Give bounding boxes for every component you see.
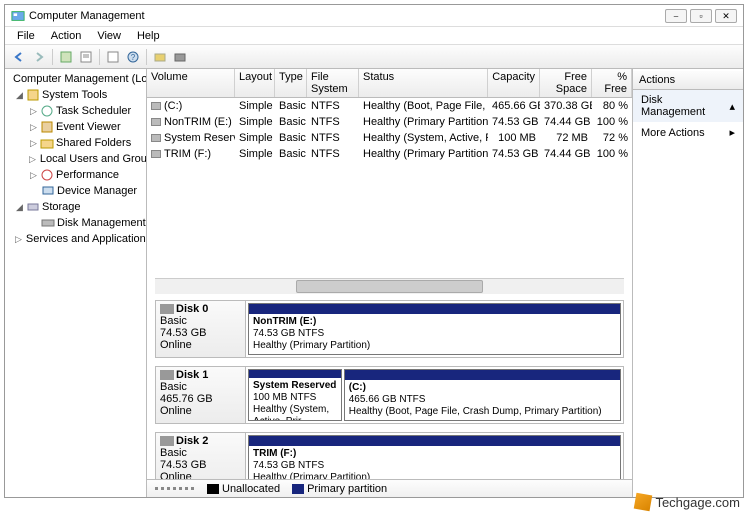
disk-row[interactable]: Disk 0Basic74.53 GBOnlineNonTRIM (E:)74.… (155, 300, 624, 358)
grid-body[interactable]: (C:)SimpleBasicNTFSHealthy (Boot, Page F… (147, 98, 632, 274)
minimize-button[interactable]: ⎯ (665, 9, 687, 23)
storage-icon (26, 200, 40, 214)
clock-icon (40, 104, 54, 118)
disk-info: Disk 1Basic465.76 GBOnline (156, 367, 246, 423)
tree-shared-folders[interactable]: ▷Shared Folders (5, 135, 146, 151)
col-status[interactable]: Status (359, 69, 488, 97)
legend-dashes (155, 487, 195, 490)
col-free[interactable]: Free Space (540, 69, 592, 97)
forward-button[interactable] (30, 48, 48, 66)
col-pct[interactable]: % Free (592, 69, 632, 97)
window-title: Computer Management (29, 10, 145, 22)
tools-icon (26, 88, 40, 102)
expand-icon[interactable]: ▷ (29, 138, 38, 149)
separator (99, 49, 100, 65)
help-button[interactable]: ? (124, 48, 142, 66)
expand-icon[interactable]: ▷ (29, 170, 38, 181)
col-type[interactable]: Type (275, 69, 307, 97)
table-row[interactable]: TRIM (F:)SimpleBasicNTFSHealthy (Primary… (147, 146, 632, 162)
properties-button[interactable] (77, 48, 95, 66)
legend-unallocated: Unallocated (207, 483, 280, 495)
tree-storage[interactable]: ◢Storage (5, 199, 146, 215)
partition[interactable]: System Reserved100 MB NTFSHealthy (Syste… (248, 369, 342, 421)
disk-info: Disk 2Basic74.53 GBOnline (156, 433, 246, 479)
menu-view[interactable]: View (89, 30, 129, 42)
disk-graphical-view[interactable]: Disk 0Basic74.53 GBOnlineNonTRIM (E:)74.… (147, 300, 632, 479)
up-button[interactable] (57, 48, 75, 66)
app-icon (11, 9, 25, 23)
col-fs[interactable]: File System (307, 69, 359, 97)
actions-more[interactable]: More Actions▸ (633, 122, 743, 143)
expand-icon[interactable]: ▷ (29, 154, 36, 165)
tree-system-tools[interactable]: ◢System Tools (5, 87, 146, 103)
disk-row[interactable]: Disk 1Basic465.76 GBOnlineSystem Reserve… (155, 366, 624, 424)
expand-icon[interactable]: ▷ (29, 122, 38, 133)
refresh-button[interactable] (104, 48, 122, 66)
tree-performance[interactable]: ▷Performance (5, 167, 146, 183)
table-row[interactable]: NonTRIM (E:)SimpleBasicNTFSHealthy (Prim… (147, 114, 632, 130)
toolbar: ? (5, 45, 743, 69)
body-panes: Computer Management (Local ◢System Tools… (5, 69, 743, 497)
back-button[interactable] (10, 48, 28, 66)
cube-icon (634, 493, 653, 512)
window: Computer Management ⎯ ▫ ✕ File Action Vi… (4, 4, 744, 498)
col-volume[interactable]: Volume (147, 69, 235, 97)
disk-row[interactable]: Disk 2Basic74.53 GBOnlineTRIM (F:)74.53 … (155, 432, 624, 479)
menubar: File Action View Help (5, 27, 743, 45)
tree-pane[interactable]: Computer Management (Local ◢System Tools… (5, 69, 147, 497)
legend: Unallocated Primary partition (147, 479, 632, 497)
expand-icon[interactable]: ▷ (15, 234, 22, 245)
collapse-icon[interactable]: ◢ (15, 202, 24, 213)
table-row[interactable]: (C:)SimpleBasicNTFSHealthy (Boot, Page F… (147, 98, 632, 114)
partition[interactable]: NonTRIM (E:)74.53 GB NTFSHealthy (Primar… (248, 303, 621, 355)
titlebar: Computer Management ⎯ ▫ ✕ (5, 5, 743, 27)
table-row[interactable]: System ReservedSimpleBasicNTFSHealthy (S… (147, 130, 632, 146)
tree-disk-management[interactable]: Disk Management (5, 215, 146, 231)
actions-disk-management[interactable]: Disk Management▴ (633, 90, 743, 122)
legend-primary: Primary partition (292, 483, 387, 495)
actions-header: Actions (633, 71, 743, 90)
col-layout[interactable]: Layout (235, 69, 275, 97)
separator (146, 49, 147, 65)
separator (52, 49, 53, 65)
watermark: Techgage.com (635, 494, 740, 510)
col-capacity[interactable]: Capacity (488, 69, 540, 97)
close-button[interactable]: ✕ (715, 9, 737, 23)
collapse-icon: ▴ (729, 100, 735, 113)
svg-text:?: ? (131, 53, 136, 62)
partition[interactable]: TRIM (F:)74.53 GB NTFSHealthy (Primary P… (248, 435, 621, 479)
event-icon (40, 120, 54, 134)
tree-services[interactable]: ▷Services and Applications (5, 231, 146, 247)
maximize-button[interactable]: ▫ (690, 9, 712, 23)
tree-local-users[interactable]: ▷Local Users and Groups (5, 151, 146, 167)
volume-grid: Volume Layout Type File System Status Ca… (147, 69, 632, 274)
horizontal-scrollbar[interactable] (155, 278, 624, 294)
folder-icon (40, 136, 54, 150)
disk-icon (41, 216, 55, 230)
perf-icon (40, 168, 54, 182)
chevron-right-icon: ▸ (729, 126, 735, 139)
expand-icon[interactable]: ▷ (29, 106, 38, 117)
extra-button-2[interactable] (171, 48, 189, 66)
disk-info: Disk 0Basic74.53 GBOnline (156, 301, 246, 357)
tree-task-scheduler[interactable]: ▷Task Scheduler (5, 103, 146, 119)
middle-pane: Volume Layout Type File System Status Ca… (147, 69, 633, 497)
partitions: System Reserved100 MB NTFSHealthy (Syste… (246, 367, 623, 423)
partitions: TRIM (F:)74.53 GB NTFSHealthy (Primary P… (246, 433, 623, 479)
collapse-icon[interactable]: ◢ (15, 90, 24, 101)
tree-device-manager[interactable]: Device Manager (5, 183, 146, 199)
partitions: NonTRIM (E:)74.53 GB NTFSHealthy (Primar… (246, 301, 623, 357)
menu-file[interactable]: File (9, 30, 43, 42)
scrollbar-thumb[interactable] (296, 280, 484, 293)
menu-help[interactable]: Help (129, 30, 168, 42)
extra-button-1[interactable] (151, 48, 169, 66)
grid-header: Volume Layout Type File System Status Ca… (147, 69, 632, 98)
menu-action[interactable]: Action (43, 30, 90, 42)
actions-pane: Actions Disk Management▴ More Actions▸ (633, 69, 743, 497)
tree-event-viewer[interactable]: ▷Event Viewer (5, 119, 146, 135)
device-icon (41, 184, 55, 198)
tree-root[interactable]: Computer Management (Local (5, 71, 146, 87)
partition[interactable]: (C:)465.66 GB NTFSHealthy (Boot, Page Fi… (344, 369, 621, 421)
